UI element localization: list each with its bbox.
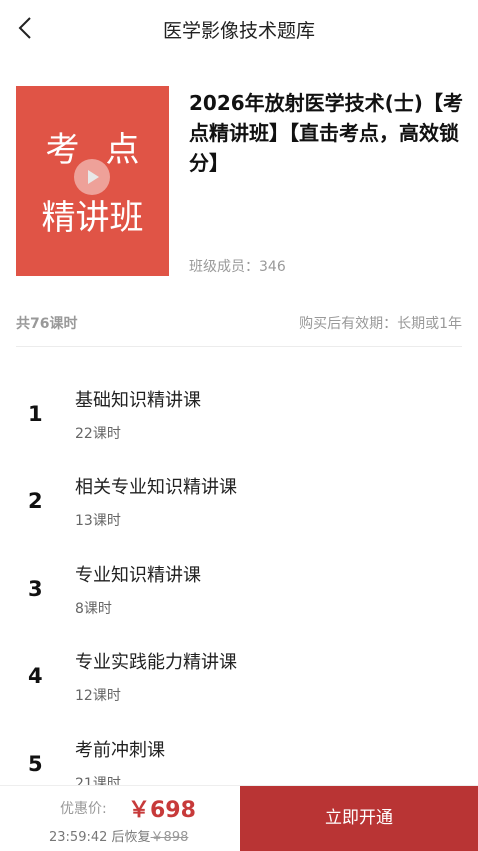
lesson-number: 1	[28, 402, 43, 426]
validity-period: 购买后有效期：长期或1年	[299, 316, 462, 332]
restore-text: 后恢复	[111, 830, 151, 845]
divider	[16, 346, 462, 347]
lesson-number: 5	[28, 752, 43, 776]
lesson-list[interactable]: 1 基础知识精讲课 22课时 2 相关专业知识精讲课 13课时 3 专业知识精讲…	[0, 370, 478, 785]
class-members: 班级成员：346	[189, 256, 286, 276]
course-meta-row: 共76课时 购买后有效期：长期或1年	[16, 313, 462, 335]
lesson-name: 专业知识精讲课	[75, 565, 201, 586]
top-nav-bar: 医学影像技术题库	[0, 0, 478, 56]
lesson-hours: 21课时	[75, 776, 121, 785]
lesson-name: 考前冲刺课	[75, 740, 165, 761]
buy-now-button[interactable]: 立即开通	[240, 786, 478, 851]
list-item[interactable]: 3 专业知识精讲课 8课时	[0, 545, 478, 625]
lesson-hours: 8课时	[75, 601, 112, 617]
list-item[interactable]: 4 专业实践能力精讲课 12课时	[0, 632, 478, 712]
lesson-number: 3	[28, 577, 43, 601]
lesson-name: 相关专业知识精讲课	[75, 477, 237, 498]
price-label: 优惠价:	[60, 801, 107, 817]
members-count: 346	[259, 259, 286, 275]
price-area: 优惠价: ￥698 23:59:42 后恢复￥898	[0, 786, 240, 851]
list-item[interactable]: 5 考前冲刺课 21课时	[0, 720, 478, 785]
countdown-timer: 23:59:42 后恢复￥898	[49, 826, 188, 845]
lesson-hours: 22课时	[75, 426, 121, 442]
total-lessons: 共76课时	[16, 316, 78, 332]
original-price: ￥898	[150, 830, 189, 845]
lesson-number: 4	[28, 664, 43, 688]
countdown-time: 23:59:42	[49, 830, 108, 845]
lesson-name: 基础知识精讲课	[75, 390, 201, 411]
purchase-bar: 优惠价: ￥698 23:59:42 后恢复￥898 立即开通	[0, 785, 478, 851]
members-label: 班级成员：	[189, 259, 259, 275]
list-item[interactable]: 1 基础知识精讲课 22课时	[0, 370, 478, 450]
course-title: 2026年放射医学技术(士)【考点精讲班】【直击考点，高效锁分】	[189, 91, 463, 175]
lesson-name: 专业实践能力精讲课	[75, 652, 237, 673]
page-title: 医学影像技术题库	[162, 20, 315, 42]
lesson-hours: 12课时	[75, 688, 121, 704]
discount-price: ￥698	[128, 798, 196, 823]
lesson-hours: 13课时	[75, 513, 121, 529]
lesson-number: 2	[28, 489, 43, 513]
cover-text-line2: 精讲班	[41, 198, 144, 238]
list-item[interactable]: 2 相关专业知识精讲课 13课时	[0, 457, 478, 537]
course-cover-image[interactable]: 考点 精讲班	[16, 86, 169, 276]
